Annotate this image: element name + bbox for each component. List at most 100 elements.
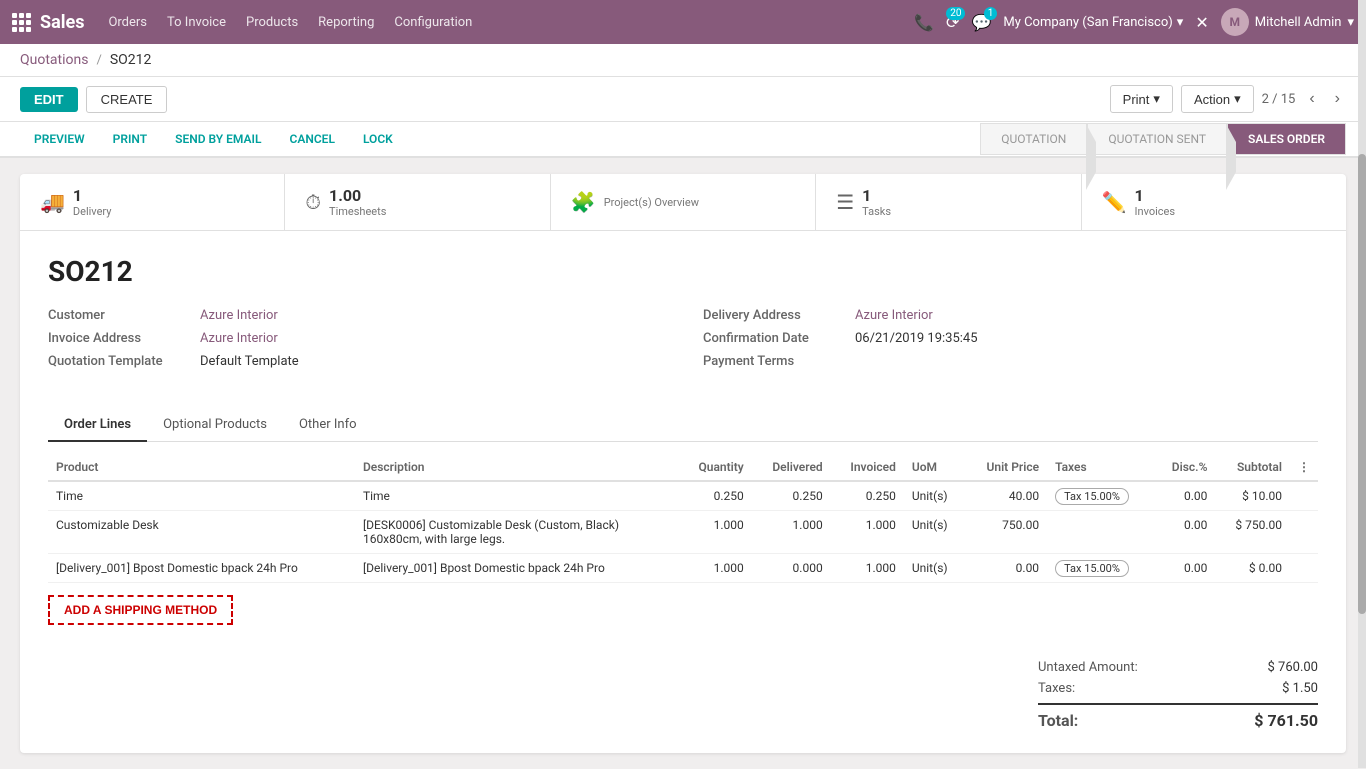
stat-projects[interactable]: 🧩 Project(s) Overview: [551, 174, 816, 230]
table-row[interactable]: Time Time 0.250 0.250 0.250 Unit(s) 40.0…: [48, 481, 1318, 511]
breadcrumb-current: SO212: [110, 52, 152, 68]
action-bar: EDIT CREATE Print ▾ Action ▾ 2 / 15 ‹ ›: [0, 77, 1366, 122]
cell-uom: Unit(s): [904, 481, 966, 511]
nav-reporting[interactable]: Reporting: [318, 15, 374, 30]
record-card: 🚚 1 Delivery ⏱ 1.00 Timesheets 🧩 Project…: [20, 174, 1346, 753]
breadcrumb-parent[interactable]: Quotations: [20, 52, 88, 68]
quotation-template-field: Quotation Template Default Template: [48, 354, 663, 369]
tasks-icon: ☰: [836, 190, 854, 214]
phone-icon[interactable]: 📞: [914, 13, 934, 32]
cell-disc: 0.00: [1154, 511, 1215, 554]
col-invoiced: Invoiced: [831, 454, 904, 481]
apps-menu[interactable]: [12, 13, 28, 32]
delivery-address-value[interactable]: Azure Interior: [855, 308, 933, 323]
close-icon[interactable]: ✕: [1195, 13, 1208, 32]
breadcrumb: Quotations / SO212: [0, 44, 1366, 77]
delivery-address-field: Delivery Address Azure Interior: [703, 308, 1318, 323]
nav-configuration[interactable]: Configuration: [394, 15, 472, 30]
message-icon[interactable]: 💬 1: [971, 13, 991, 32]
col-delivered: Delivered: [752, 454, 831, 481]
cell-product: Customizable Desk: [48, 511, 355, 554]
stat-delivery[interactable]: 🚚 1 Delivery: [20, 174, 285, 230]
total-value: $ 761.50: [1254, 711, 1318, 730]
send-email-link[interactable]: SEND BY EMAIL: [161, 122, 275, 158]
step-sales-order[interactable]: SALES ORDER: [1227, 123, 1346, 155]
lock-link[interactable]: LOCK: [349, 122, 407, 158]
cell-invoiced: 1.000: [831, 511, 904, 554]
print-button[interactable]: Print ▾: [1110, 85, 1173, 113]
next-button[interactable]: ›: [1329, 88, 1346, 110]
col-taxes: Taxes: [1047, 454, 1154, 481]
untaxed-row: Untaxed Amount: $ 760.00: [1038, 657, 1318, 678]
cell-product: [Delivery_001] Bpost Domestic bpack 24h …: [48, 554, 355, 583]
nav-orders[interactable]: Orders: [108, 15, 147, 30]
scrollbar[interactable]: [1358, 0, 1366, 768]
cell-unit-price: 0.00: [965, 554, 1047, 583]
form-area: SO212 Customer Azure Interior Invoice Ad…: [20, 231, 1346, 409]
col-description: Description: [355, 454, 679, 481]
stat-tasks[interactable]: ☰ 1 Tasks: [816, 174, 1081, 230]
stat-invoices[interactable]: ✏️ 1 Invoices: [1082, 174, 1346, 230]
step-quotation[interactable]: QUOTATION: [980, 123, 1087, 155]
create-button[interactable]: CREATE: [86, 86, 168, 113]
cell-subtotal: $ 10.00: [1215, 481, 1290, 511]
untaxed-label: Untaxed Amount:: [1038, 660, 1138, 675]
projects-icon: 🧩: [571, 190, 596, 214]
cell-taxes: [1047, 511, 1154, 554]
table-row[interactable]: [Delivery_001] Bpost Domestic bpack 24h …: [48, 554, 1318, 583]
add-shipping-button[interactable]: ADD A SHIPPING METHOD: [48, 595, 233, 625]
cell-description: Time: [355, 481, 679, 511]
nav-products[interactable]: Products: [246, 15, 298, 30]
form-fields: Customer Azure Interior Invoice Address …: [48, 308, 1318, 377]
cell-disc: 0.00: [1154, 481, 1215, 511]
cancel-link[interactable]: CANCEL: [275, 122, 348, 158]
pagination: 2 / 15 ‹ ›: [1262, 88, 1346, 110]
col-subtotal: Subtotal: [1215, 454, 1290, 481]
action-dropdown-icon: ▾: [1234, 91, 1241, 107]
customer-value[interactable]: Azure Interior: [200, 308, 278, 323]
cell-disc: 0.00: [1154, 554, 1215, 583]
invoices-icon: ✏️: [1102, 190, 1127, 214]
company-selector[interactable]: My Company (San Francisco) ▾: [1003, 15, 1183, 30]
cell-product: Time: [48, 481, 355, 511]
activity-icon[interactable]: ⟳ 20: [946, 13, 959, 32]
tab-order-lines[interactable]: Order Lines: [48, 409, 147, 442]
cell-delivered: 1.000: [752, 511, 831, 554]
cell-quantity: 1.000: [679, 511, 752, 554]
cell-uom: Unit(s): [904, 554, 966, 583]
cell-quantity: 0.250: [679, 481, 752, 511]
prev-button[interactable]: ‹: [1303, 88, 1320, 110]
scroll-thumb[interactable]: [1358, 154, 1366, 615]
print-link[interactable]: PRINT: [99, 122, 161, 158]
taxes-row: Taxes: $ 1.50: [1038, 678, 1318, 699]
edit-button[interactable]: EDIT: [20, 87, 78, 112]
stat-timesheets[interactable]: ⏱ 1.00 Timesheets: [285, 174, 550, 230]
cell-invoiced: 1.000: [831, 554, 904, 583]
quotation-template-value: Default Template: [200, 354, 299, 369]
tax-badge: Tax 15.00%: [1055, 560, 1129, 577]
order-lines-table-area: Product Description Quantity Delivered I…: [20, 454, 1346, 645]
cell-options: [1290, 511, 1318, 554]
preview-link[interactable]: PREVIEW: [20, 122, 99, 158]
cell-description: [DESK0006] Customizable Desk (Custom, Bl…: [355, 511, 679, 554]
tab-optional-products[interactable]: Optional Products: [147, 409, 283, 442]
nav-to-invoice[interactable]: To Invoice: [167, 15, 226, 30]
col-quantity: Quantity: [679, 454, 752, 481]
action-button[interactable]: Action ▾: [1181, 85, 1254, 113]
col-product: Product: [48, 454, 355, 481]
user-menu[interactable]: M Mitchell Admin ▾: [1221, 8, 1354, 36]
cell-invoiced: 0.250: [831, 481, 904, 511]
table-row[interactable]: Customizable Desk [DESK0006] Customizabl…: [48, 511, 1318, 554]
taxes-value: $ 1.50: [1282, 681, 1318, 696]
step-quotation-sent[interactable]: QUOTATION SENT: [1087, 123, 1227, 155]
tabs: Order Lines Optional Products Other Info: [48, 409, 1318, 442]
tax-badge: Tax 15.00%: [1055, 488, 1129, 505]
user-dropdown-icon: ▾: [1347, 15, 1354, 30]
navbar-right: 📞 ⟳ 20 💬 1 My Company (San Francisco) ▾ …: [914, 8, 1354, 36]
company-dropdown-icon: ▾: [1177, 15, 1184, 30]
activity-badge: 20: [946, 7, 965, 20]
cell-unit-price: 750.00: [965, 511, 1047, 554]
cell-unit-price: 40.00: [965, 481, 1047, 511]
tab-other-info[interactable]: Other Info: [283, 409, 373, 442]
invoice-address-value[interactable]: Azure Interior: [200, 331, 278, 346]
